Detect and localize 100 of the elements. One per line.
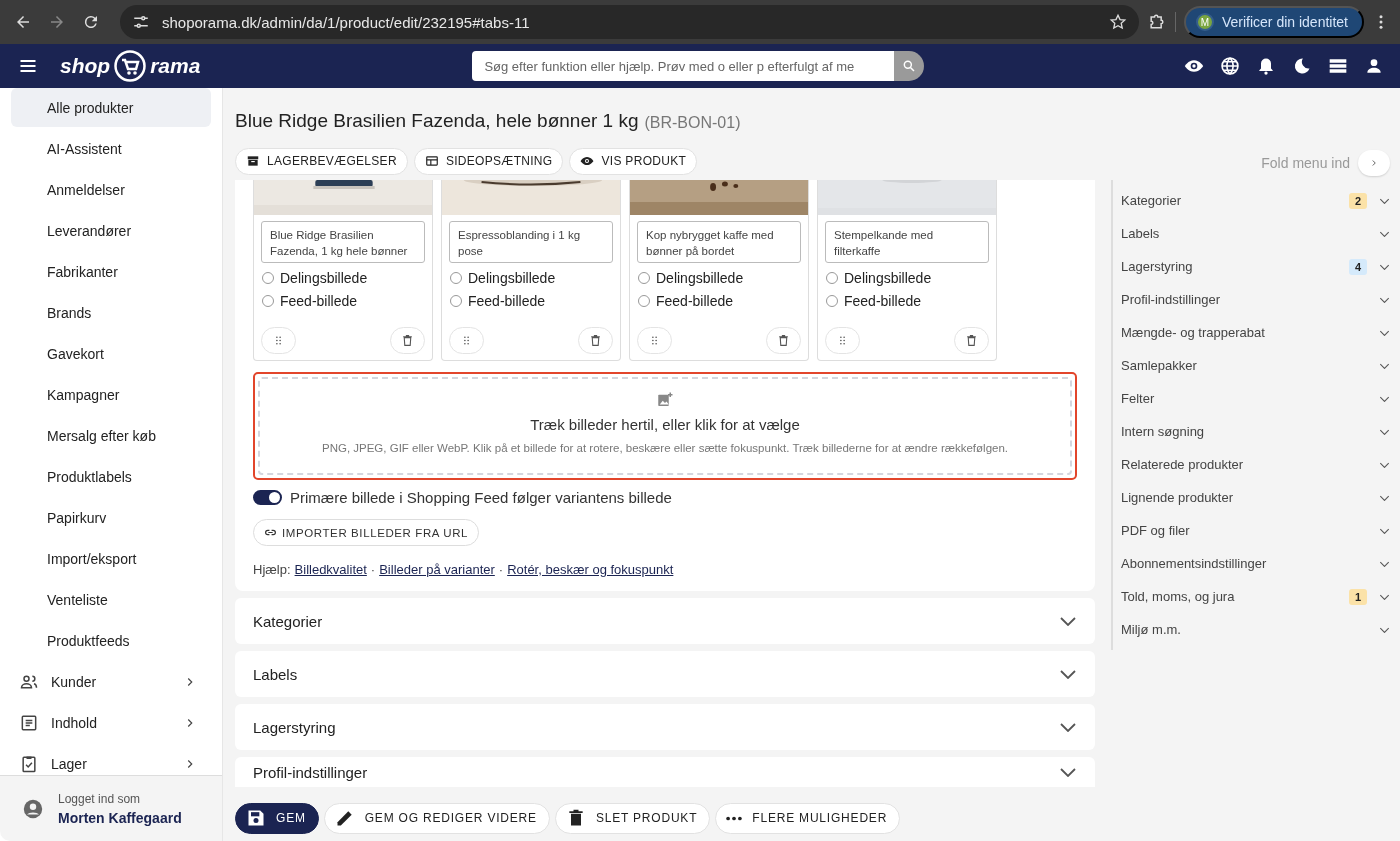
- toggle-switch[interactable]: [253, 490, 282, 505]
- caption-field[interactable]: Espressoblanding i 1 kg pose: [449, 221, 613, 263]
- user-avatar-icon: [22, 797, 44, 820]
- sidebar-item[interactable]: Fabrikanter: [11, 252, 211, 291]
- section-nav-item[interactable]: Samlepakker: [1113, 349, 1390, 382]
- search-field[interactable]: Søg efter funktion eller hjælp. Prøv med o eller p efterfulgt af me: [472, 51, 895, 81]
- radio-button[interactable]: [262, 295, 274, 307]
- drop-zone-hint: PNG, JPEG, GIF eller WebP. Klik på et billede for at rotere, beskære eller sætte fokuspunkt. Træk billederne for at ændre rækkefølgen.: [321, 442, 1008, 454]
- toolbar-button[interactable]: VIS PRODUKT: [569, 147, 698, 175]
- search-button[interactable]: [894, 51, 925, 81]
- radio-button[interactable]: [638, 295, 650, 307]
- url-text: shoporama.dk/admin/da/1/product/edit/232195#tabs-11: [162, 13, 531, 31]
- sidebar-item[interactable]: Leverandører: [11, 211, 211, 250]
- sidebar-item[interactable]: Papirkurv: [11, 498, 211, 537]
- action-button[interactable]: GEM OG REDIGER VIDERE: [323, 802, 550, 834]
- radio-button[interactable]: [262, 272, 274, 284]
- section-nav-item[interactable]: Felter: [1113, 382, 1390, 415]
- accordion-panel[interactable]: Labels: [235, 651, 1095, 697]
- sidebar-item[interactable]: Kampagner: [11, 375, 211, 414]
- accordion-panel[interactable]: Profil-indstillinger: [235, 757, 1095, 787]
- sidebar-item[interactable]: Produktfeeds: [11, 621, 211, 660]
- help-link[interactable]: Rotér, beskær og fokuspunkt: [507, 562, 674, 577]
- drag-handle[interactable]: [825, 327, 860, 354]
- caption-field[interactable]: Kop nybrygget kaffe med bønner på bordet: [637, 221, 801, 263]
- globe-icon[interactable]: [1220, 56, 1240, 76]
- help-link[interactable]: Billedkvalitet: [294, 562, 367, 577]
- add-image-icon: [656, 391, 674, 409]
- sidebar-item[interactable]: Import/eksport: [11, 539, 211, 578]
- toolbar-button[interactable]: SIDEOPSÆTNING: [413, 147, 564, 175]
- address-bar[interactable]: shoporama.dk/admin/da/1/product/edit/232195#tabs-11: [120, 5, 1139, 39]
- fold-menu-label: Fold menu ind: [1261, 155, 1350, 171]
- section-nav-item[interactable]: Labels: [1113, 217, 1390, 250]
- sidebar-item[interactable]: Anmeldelser: [11, 170, 211, 209]
- notification-bell-icon[interactable]: [1256, 56, 1276, 76]
- delete-button[interactable]: [766, 327, 801, 354]
- caption-field[interactable]: Stempelkande med filterkaffe: [825, 221, 989, 263]
- bookmark-star-icon[interactable]: [1108, 13, 1127, 31]
- panel-title: Lagerstyring: [253, 718, 336, 736]
- radio-button[interactable]: [826, 272, 838, 284]
- section-nav-item[interactable]: Relaterede produkter: [1113, 448, 1390, 481]
- sidebar-item[interactable]: Alle produkter: [11, 88, 211, 127]
- layout-icon: [424, 154, 439, 168]
- trash-icon: [401, 334, 414, 347]
- action-button[interactable]: GEM: [235, 802, 319, 834]
- product-sku: (BR-BON-01): [644, 114, 741, 132]
- radio-button[interactable]: [826, 295, 838, 307]
- accordion-panel[interactable]: Kategorier: [235, 598, 1095, 644]
- action-button[interactable]: SLET PRODUKT: [554, 802, 711, 834]
- forward-icon[interactable]: [48, 13, 66, 31]
- logged-in-caption: Logget ind som: [58, 791, 142, 806]
- profile-button[interactable]: M Verificer din identitet: [1183, 6, 1364, 38]
- drop-zone[interactable]: Træk billeder hertil, eller klik for at vælge PNG, JPEG, GIF eller WebP. Klik på et billede for at rotere, beskære eller sætte fokuspunkt. Træk billederne for at ændre rækkefølgen.: [258, 377, 1072, 475]
- sidebar-item[interactable]: Kunder: [11, 662, 211, 701]
- drag-handle[interactable]: [261, 327, 296, 354]
- section-nav-item[interactable]: Lignende produkter: [1113, 481, 1390, 514]
- section-nav-item[interactable]: Intern søgning: [1113, 415, 1390, 448]
- delete-button[interactable]: [578, 327, 613, 354]
- section-nav-item[interactable]: Miljø m.m.: [1113, 613, 1390, 646]
- section-nav-item[interactable]: Mængde- og trapperabat: [1113, 316, 1390, 349]
- delete-button[interactable]: [390, 327, 425, 354]
- account-icon[interactable]: [1364, 56, 1384, 76]
- section-nav-item[interactable]: Told, moms, og jura 1: [1113, 580, 1390, 613]
- profile-avatar: M: [1195, 13, 1214, 31]
- section-nav-item[interactable]: PDF og filer: [1113, 514, 1390, 547]
- drag-handle[interactable]: [449, 327, 484, 354]
- storage-icon[interactable]: [1328, 56, 1348, 76]
- sidebar-item[interactable]: Venteliste: [11, 580, 211, 619]
- sidebar-item[interactable]: Lager: [11, 744, 211, 775]
- sidebar-item[interactable]: Produktlabels: [11, 457, 211, 496]
- import-button[interactable]: IMPORTER BILLEDER FRA URL: [253, 519, 480, 546]
- chevron-down-icon: [1059, 767, 1077, 777]
- sidebar-item[interactable]: Brands: [11, 293, 211, 332]
- delete-button[interactable]: [954, 327, 989, 354]
- drag-handle[interactable]: [637, 327, 672, 354]
- sidebar-item[interactable]: Indhold: [11, 703, 211, 742]
- reload-icon[interactable]: [82, 13, 100, 31]
- panel-title: Labels: [253, 665, 298, 683]
- sidebar-item[interactable]: Gavekort: [11, 334, 211, 373]
- sidebar-item[interactable]: AI-Assistent: [11, 129, 211, 168]
- accordion-panel[interactable]: Lagerstyring: [235, 704, 1095, 750]
- caption-field[interactable]: Blue Ridge Brasilien Fazenda, 1 kg hele bønner: [261, 221, 425, 263]
- chevron-down-icon: [1379, 428, 1390, 435]
- section-nav-item[interactable]: Profil-indstillinger: [1113, 283, 1390, 316]
- sidebar-item[interactable]: Mersalg efter køb: [11, 416, 211, 455]
- chevron-down-icon: [1379, 560, 1390, 567]
- radio-button[interactable]: [450, 295, 462, 307]
- section-nav-item[interactable]: Abonnementsindstillinger: [1113, 547, 1390, 580]
- share-image-label: Delingsbillede: [468, 270, 556, 286]
- chevron-down-icon: [1379, 230, 1390, 237]
- help-link[interactable]: Billeder på varianter: [379, 562, 495, 577]
- section-nav-item[interactable]: Kategorier 2: [1113, 184, 1390, 217]
- toolbar-button[interactable]: LAGERBEVÆGELSER: [235, 147, 408, 175]
- site-settings-icon[interactable]: [132, 13, 150, 31]
- radio-button[interactable]: [450, 272, 462, 284]
- radio-button[interactable]: [638, 272, 650, 284]
- chevron-down-icon: [1379, 395, 1390, 402]
- section-nav-item[interactable]: Lagerstyring 4: [1113, 250, 1390, 283]
- dark-mode-icon[interactable]: [1292, 56, 1312, 76]
- action-button[interactable]: FLERE MULIGHEDER: [715, 802, 901, 834]
- chevron-down-icon: [1379, 527, 1390, 534]
